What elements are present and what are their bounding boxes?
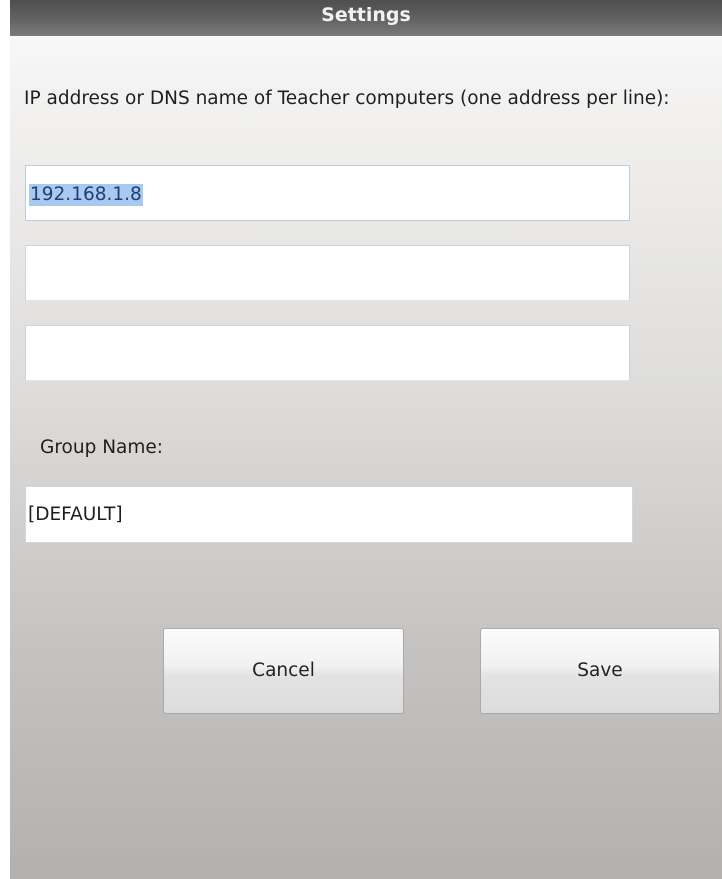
- group-name-label: Group Name:: [40, 437, 164, 458]
- teacher-addresses-label: IP address or DNS name of Teacher comput…: [24, 88, 670, 109]
- teacher-address-field-2[interactable]: [25, 245, 630, 301]
- save-button[interactable]: Save: [480, 628, 720, 714]
- teacher-address-field-3[interactable]: [25, 325, 630, 381]
- window-title: Settings: [321, 4, 411, 26]
- title-bar: Settings: [10, 0, 722, 36]
- cancel-button[interactable]: Cancel: [163, 628, 404, 714]
- teacher-address-field-1[interactable]: [25, 165, 630, 221]
- settings-window: Settings IP address or DNS name of Teach…: [10, 0, 722, 879]
- group-name-field[interactable]: [25, 486, 633, 543]
